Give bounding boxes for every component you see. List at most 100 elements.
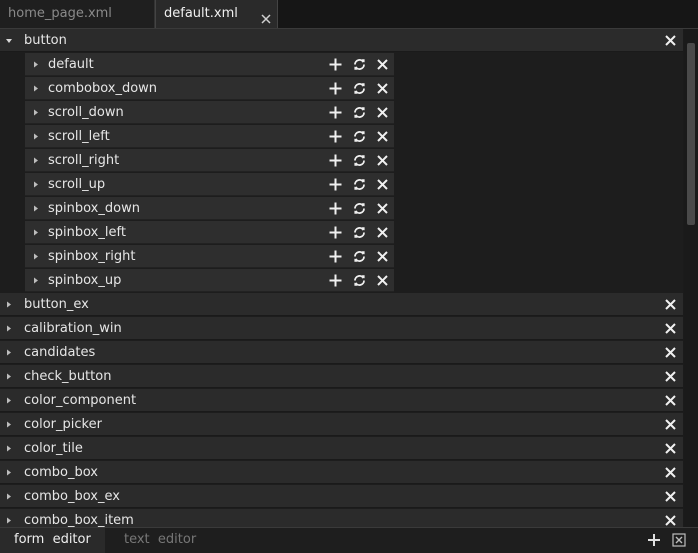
close-panel-icon[interactable] bbox=[672, 533, 686, 547]
close-icon[interactable] bbox=[376, 202, 389, 215]
triangle-right-icon[interactable] bbox=[31, 77, 41, 100]
close-icon[interactable] bbox=[664, 298, 677, 311]
triangle-right-icon[interactable] bbox=[31, 125, 41, 148]
tree-group-label: button_ex bbox=[24, 297, 89, 312]
tab-form-editor[interactable]: form editor bbox=[0, 528, 105, 553]
tree-item-label: spinbox_up bbox=[48, 273, 122, 288]
close-icon[interactable] bbox=[664, 322, 677, 335]
close-icon[interactable] bbox=[376, 274, 389, 287]
plus-icon[interactable] bbox=[329, 250, 342, 263]
refresh-icon[interactable] bbox=[353, 58, 366, 71]
tree-group-color-picker[interactable]: color_picker bbox=[0, 413, 683, 436]
plus-icon[interactable] bbox=[329, 226, 342, 239]
refresh-icon[interactable] bbox=[353, 130, 366, 143]
triangle-right-icon[interactable] bbox=[31, 53, 41, 76]
triangle-right-icon[interactable] bbox=[4, 461, 14, 484]
triangle-right-icon[interactable] bbox=[31, 101, 41, 124]
tree-group-button[interactable]: button bbox=[0, 29, 683, 52]
refresh-icon[interactable] bbox=[353, 274, 366, 287]
refresh-icon[interactable] bbox=[353, 202, 366, 215]
triangle-right-icon[interactable] bbox=[31, 149, 41, 172]
triangle-right-icon[interactable] bbox=[31, 221, 41, 244]
plus-icon[interactable] bbox=[329, 82, 342, 95]
scrollbar-thumb[interactable] bbox=[687, 43, 695, 225]
close-icon[interactable] bbox=[664, 490, 677, 503]
tree-group-button-ex[interactable]: button_ex bbox=[0, 293, 683, 316]
tree-group-color-component[interactable]: color_component bbox=[0, 389, 683, 412]
plus-icon[interactable] bbox=[329, 154, 342, 167]
close-icon[interactable] bbox=[376, 178, 389, 191]
triangle-right-icon[interactable] bbox=[4, 437, 14, 460]
tree-item-combobox-down[interactable]: combobox_down bbox=[25, 77, 394, 100]
triangle-right-icon[interactable] bbox=[31, 173, 41, 196]
tree-group-combo-box-item[interactable]: combo_box_item bbox=[0, 509, 683, 527]
triangle-right-icon[interactable] bbox=[31, 245, 41, 268]
plus-icon[interactable] bbox=[329, 130, 342, 143]
plus-icon[interactable] bbox=[329, 202, 342, 215]
close-icon[interactable] bbox=[664, 466, 677, 479]
close-icon[interactable] bbox=[376, 58, 389, 71]
tree-item-label: scroll_up bbox=[48, 177, 106, 192]
triangle-right-icon[interactable] bbox=[4, 293, 14, 316]
tree-group-calibration-win[interactable]: calibration_win bbox=[0, 317, 683, 340]
refresh-icon[interactable] bbox=[353, 106, 366, 119]
vertical-scrollbar[interactable] bbox=[684, 29, 698, 527]
triangle-right-icon[interactable] bbox=[4, 389, 14, 412]
triangle-right-icon[interactable] bbox=[4, 365, 14, 388]
tree-item-scroll-left[interactable]: scroll_left bbox=[25, 125, 394, 148]
refresh-icon[interactable] bbox=[353, 250, 366, 263]
triangle-right-icon[interactable] bbox=[4, 317, 14, 340]
plus-icon[interactable] bbox=[329, 106, 342, 119]
close-icon[interactable] bbox=[376, 106, 389, 119]
tree-item-scroll-up[interactable]: scroll_up bbox=[25, 173, 394, 196]
tree-group-combo-box[interactable]: combo_box bbox=[0, 461, 683, 484]
triangle-right-icon[interactable] bbox=[31, 197, 41, 220]
tree-group-check-button[interactable]: check_button bbox=[0, 365, 683, 388]
tree-group-label: color_component bbox=[24, 393, 137, 408]
refresh-icon[interactable] bbox=[353, 178, 366, 191]
close-icon[interactable] bbox=[376, 250, 389, 263]
close-icon[interactable] bbox=[664, 418, 677, 431]
close-icon[interactable] bbox=[664, 346, 677, 359]
plus-icon[interactable] bbox=[329, 178, 342, 191]
tree-item-scroll-right[interactable]: scroll_right bbox=[25, 149, 394, 172]
tree-group-candidates[interactable]: candidates bbox=[0, 341, 683, 364]
tree-group-combo-box-ex[interactable]: combo_box_ex bbox=[0, 485, 683, 508]
triangle-right-icon[interactable] bbox=[4, 413, 14, 436]
tree-item-default[interactable]: default bbox=[25, 53, 394, 76]
tree-group-color-tile[interactable]: color_tile bbox=[0, 437, 683, 460]
tab-text-editor[interactable]: text editor bbox=[110, 528, 210, 553]
tab-default-xml[interactable]: default.xml bbox=[155, 0, 278, 28]
refresh-icon[interactable] bbox=[353, 226, 366, 239]
tree-group-label: button bbox=[24, 33, 67, 48]
close-icon[interactable] bbox=[376, 130, 389, 143]
tree-group-label: color_picker bbox=[24, 417, 102, 432]
close-icon[interactable] bbox=[376, 226, 389, 239]
tab-home-page-xml[interactable]: home_page.xml bbox=[0, 0, 155, 28]
tree-item-spinbox-right[interactable]: spinbox_right bbox=[25, 245, 394, 268]
close-icon[interactable] bbox=[664, 370, 677, 383]
close-icon[interactable] bbox=[664, 442, 677, 455]
add-icon[interactable] bbox=[647, 533, 661, 547]
close-icon[interactable] bbox=[664, 34, 677, 47]
tree-group-label: combo_box bbox=[24, 465, 98, 480]
close-icon[interactable] bbox=[376, 82, 389, 95]
tab-label: default.xml bbox=[164, 6, 238, 21]
tree-item-spinbox-down[interactable]: spinbox_down bbox=[25, 197, 394, 220]
tree-item-scroll-down[interactable]: scroll_down bbox=[25, 101, 394, 124]
close-icon[interactable] bbox=[260, 8, 272, 24]
triangle-right-icon[interactable] bbox=[31, 269, 41, 292]
refresh-icon[interactable] bbox=[353, 154, 366, 167]
plus-icon[interactable] bbox=[329, 274, 342, 287]
plus-icon[interactable] bbox=[329, 58, 342, 71]
triangle-right-icon[interactable] bbox=[4, 509, 14, 527]
tree-item-spinbox-left[interactable]: spinbox_left bbox=[25, 221, 394, 244]
close-icon[interactable] bbox=[376, 154, 389, 167]
triangle-right-icon[interactable] bbox=[4, 341, 14, 364]
refresh-icon[interactable] bbox=[353, 82, 366, 95]
close-icon[interactable] bbox=[664, 514, 677, 527]
close-icon[interactable] bbox=[664, 394, 677, 407]
tree-item-spinbox-up[interactable]: spinbox_up bbox=[25, 269, 394, 292]
triangle-right-icon[interactable] bbox=[4, 485, 14, 508]
triangle-down-icon[interactable] bbox=[4, 29, 14, 52]
